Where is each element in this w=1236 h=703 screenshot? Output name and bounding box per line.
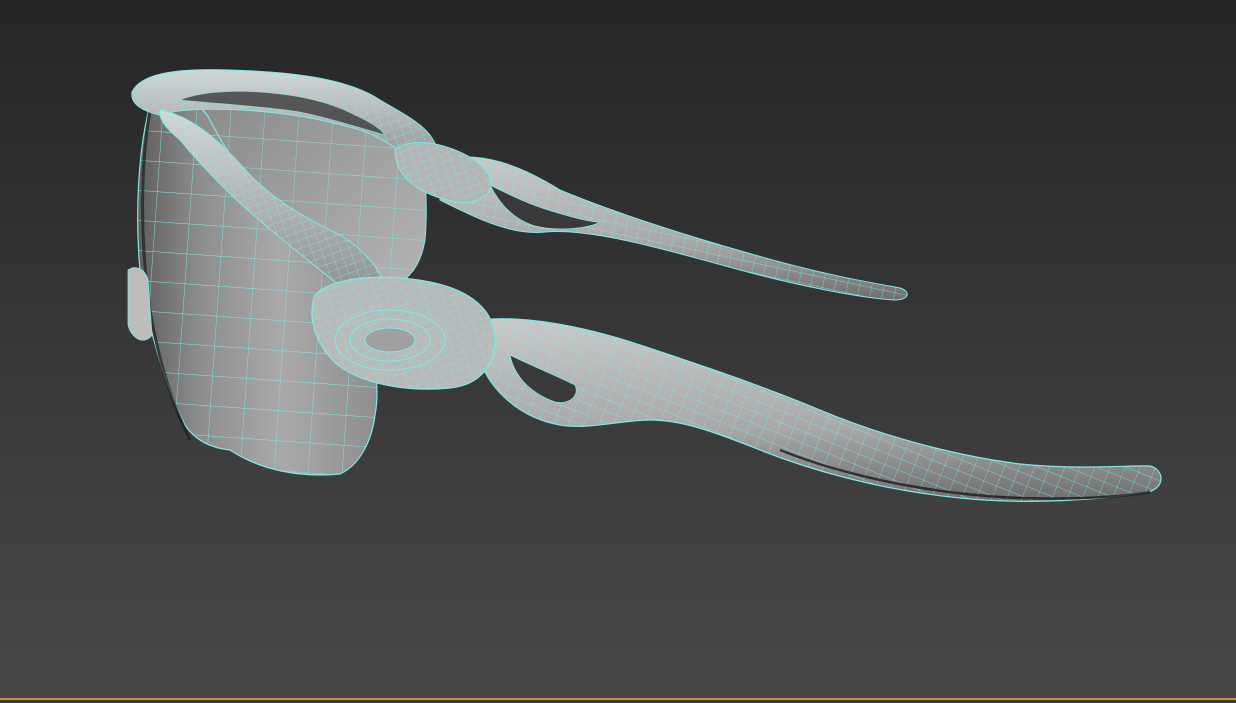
active-viewport-highlight (0, 698, 1236, 700)
viewport-active-border (0, 698, 1236, 703)
3d-viewport[interactable] (0, 0, 1236, 698)
far-temple-arm[interactable] (439, 156, 908, 301)
viewport-scene[interactable] (0, 0, 1236, 698)
near-temple-arm[interactable] (479, 318, 1162, 502)
